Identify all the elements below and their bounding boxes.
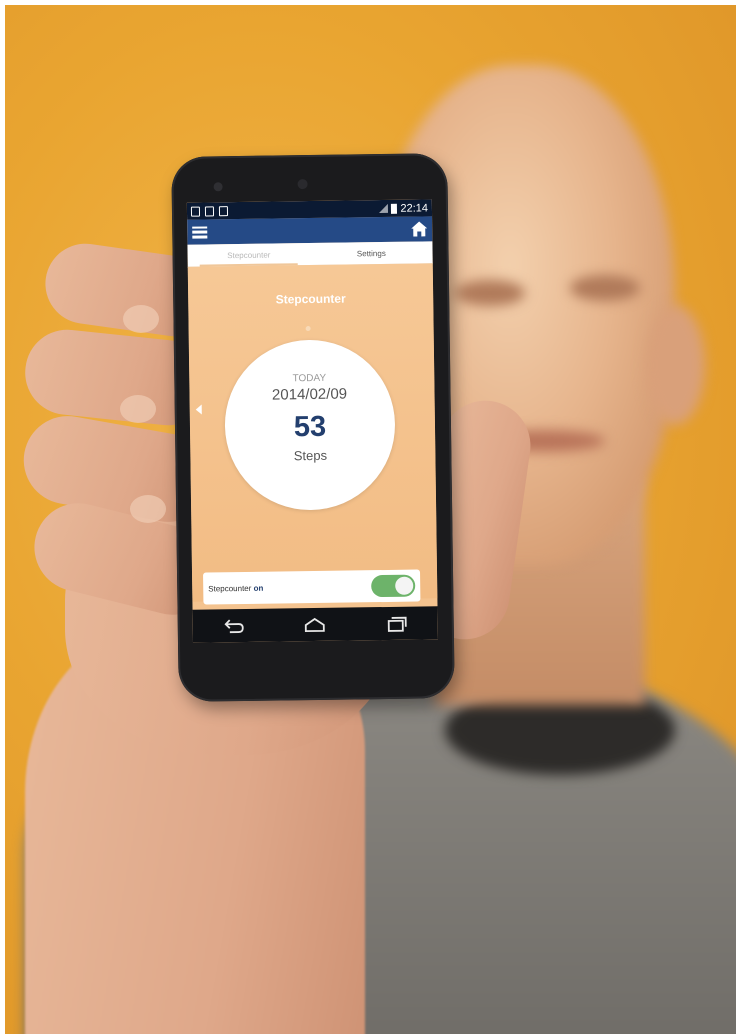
status-right: 22:14 [379, 202, 428, 215]
page-title: Stepcounter [275, 291, 346, 307]
menu-icon[interactable] [192, 225, 208, 239]
sim-icon [218, 205, 229, 216]
step-count: 53 [293, 410, 327, 444]
home-icon[interactable] [411, 221, 428, 237]
notification-icon [204, 205, 215, 216]
hand-knuckle [123, 305, 159, 333]
navigation-bar [192, 606, 438, 643]
stepcounter-toggle-row: Stepcounter on [203, 569, 421, 605]
phone-device: 22:14 Stepcounter Settings Stepcounter T… [171, 153, 455, 702]
hand-knuckle [130, 495, 166, 523]
phone-camera [213, 182, 223, 192]
notification-icon [190, 206, 201, 217]
phone-speaker [297, 179, 308, 190]
status-notification-icons [190, 205, 229, 217]
signal-icon [379, 203, 389, 214]
page-indicator [305, 326, 311, 332]
date-value: 2014/02/09 [271, 385, 348, 404]
tab-label: Settings [356, 248, 386, 258]
photo-scene: 22:14 Stepcounter Settings Stepcounter T… [5, 5, 736, 1034]
phone-screen: 22:14 Stepcounter Settings Stepcounter T… [186, 199, 438, 643]
battery-icon [391, 203, 398, 214]
tab-label: Stepcounter [227, 250, 271, 260]
previous-day-arrow-icon[interactable] [195, 404, 202, 415]
main-content: Stepcounter TODAY 2014/02/09 53 Steps St… [187, 263, 438, 605]
status-time: 22:14 [400, 201, 429, 215]
person-eye-left [455, 280, 525, 306]
tab-settings[interactable]: Settings [310, 241, 433, 265]
hand-knuckle [120, 395, 156, 423]
person-ear [645, 305, 705, 425]
app-bar [187, 216, 433, 245]
stepcounter-toggle-switch[interactable] [371, 574, 416, 598]
tab-stepcounter[interactable]: Stepcounter [187, 243, 310, 267]
person-eye-right [570, 275, 640, 301]
recents-icon[interactable] [385, 614, 409, 632]
toggle-label: Stepcounter on [208, 583, 263, 593]
toggle-knob [395, 576, 414, 595]
toggle-state-text: on [253, 583, 264, 593]
step-summary-circle: TODAY 2014/02/09 53 Steps [223, 338, 397, 512]
period-label: TODAY [292, 372, 327, 385]
back-icon[interactable] [221, 616, 245, 634]
toggle-label-text: Stepcounter [208, 583, 252, 593]
steps-unit-label: Steps [293, 447, 328, 464]
home-nav-icon[interactable] [303, 615, 327, 633]
